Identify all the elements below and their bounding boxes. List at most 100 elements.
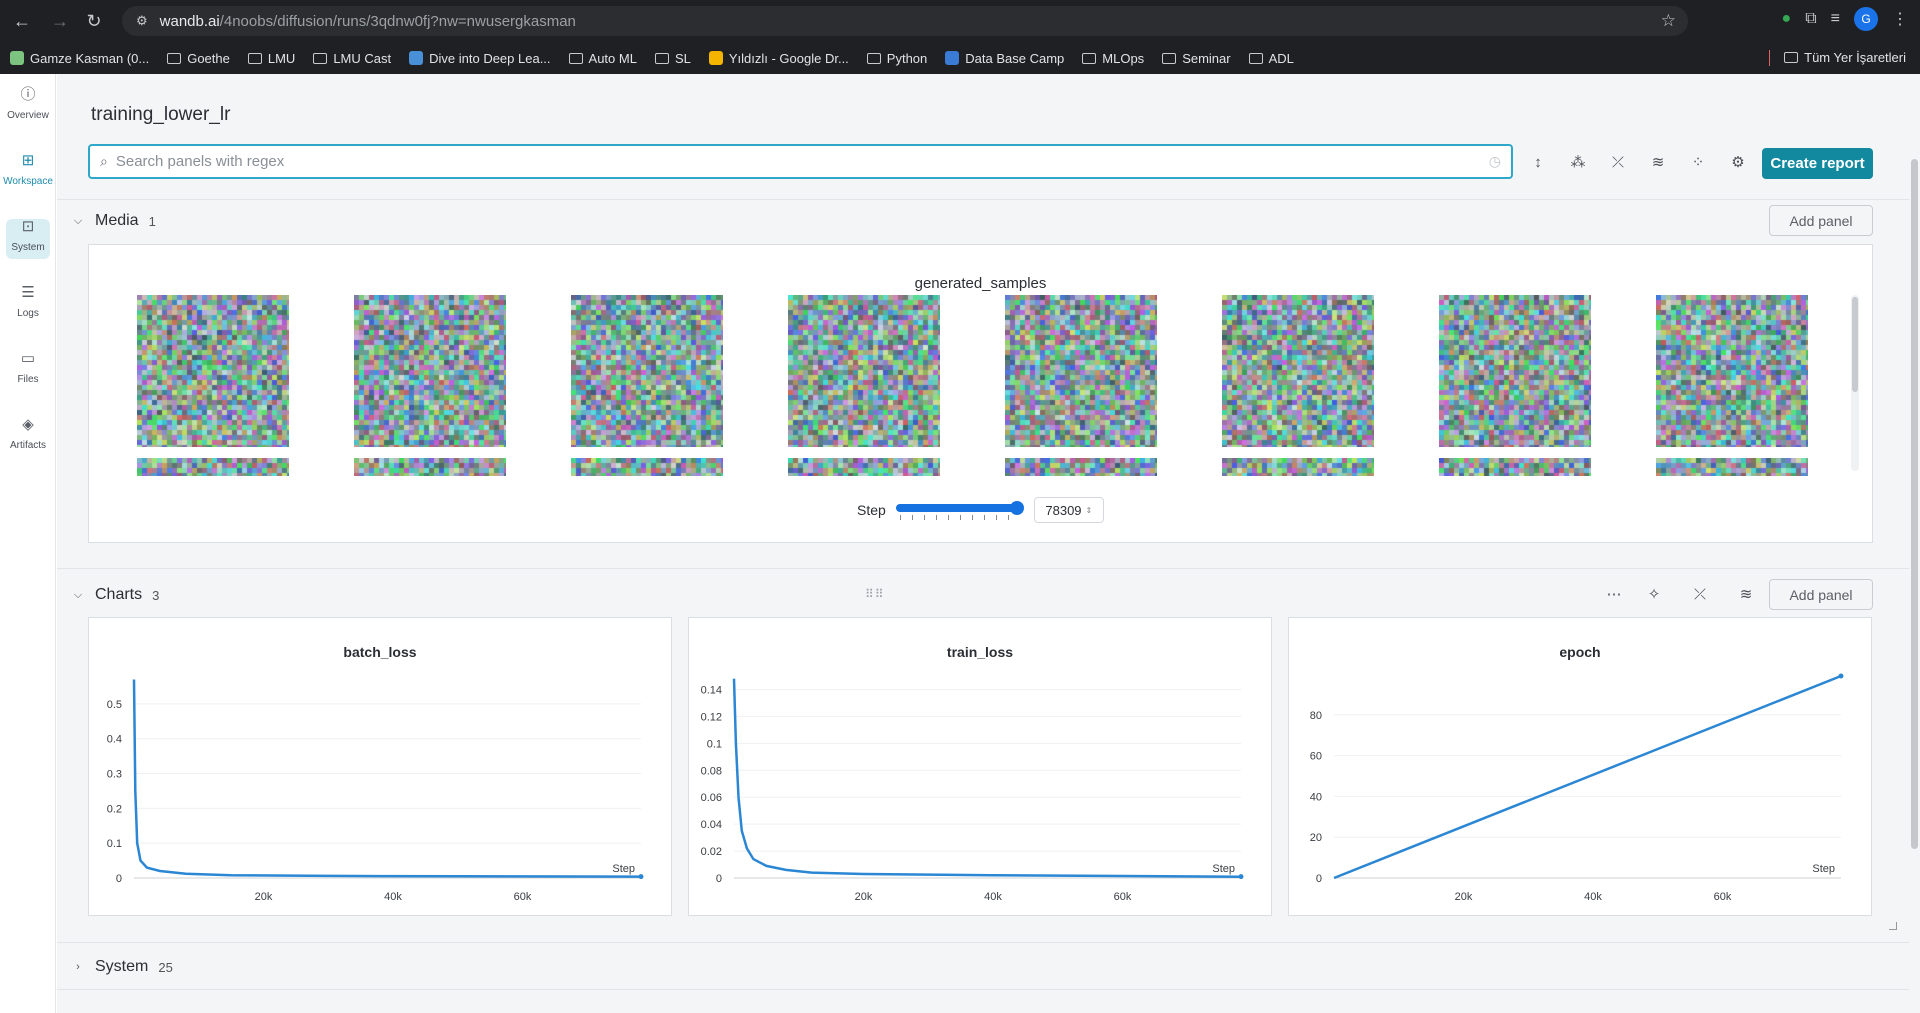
media-control-icon[interactable]: ≡ (1831, 10, 1840, 28)
bookmark-item[interactable]: Data Base Camp (945, 51, 1064, 66)
bookmark-item[interactable]: LMU Cast (313, 51, 391, 66)
page-scroll-thumb[interactable] (1911, 159, 1918, 849)
rail-item-overview[interactable]: ⓘ Overview (0, 86, 56, 121)
section-count: 1 (148, 213, 156, 229)
generated-sample[interactable] (571, 295, 723, 476)
rail-item-files[interactable]: ▭ Files (0, 350, 56, 385)
chrome-menu-icon[interactable]: ⋮ (1892, 9, 1908, 29)
generated-sample[interactable] (1439, 295, 1591, 476)
step-value-input[interactable]: 78309 ⇕ (1033, 497, 1104, 523)
stepper-arrows-icon[interactable]: ⇕ (1086, 506, 1093, 515)
bookmark-star-icon[interactable]: ☆ (1661, 11, 1676, 31)
generated-sample[interactable] (137, 295, 289, 476)
folder-icon (654, 52, 669, 64)
chart-panel-batch-loss[interactable]: batch_loss 0 0.1 0.2 0.3 0.4 0.5 20k 40k 60k Step (88, 617, 672, 916)
chart-panel-train-loss[interactable]: train_loss 0 0.02 0.04 0.06 0.08 0.1 0.12 0.14 2… (688, 617, 1272, 916)
x-axis-icon[interactable]: ⤫ (1689, 584, 1711, 606)
history-icon[interactable]: ◷ (1489, 153, 1501, 170)
back-icon[interactable]: ← (8, 7, 36, 35)
layers-icon: ◈ (22, 416, 34, 433)
collapse-icon[interactable]: ⁂ (1567, 152, 1589, 174)
create-report-button[interactable]: Create report (1762, 148, 1873, 179)
folder-icon (247, 52, 262, 64)
step-value: 78309 (1045, 502, 1082, 518)
settings-gear-icon[interactable]: ⚙ (1727, 152, 1749, 174)
scroll-thumb[interactable] (1852, 297, 1858, 392)
extension-shield-icon[interactable]: ● (1782, 10, 1792, 28)
section-name: System (95, 958, 149, 975)
smoothing-icon[interactable]: ≋ (1647, 152, 1669, 174)
bookmark-item[interactable]: Auto ML (568, 51, 637, 66)
x-axis-label: Step (1812, 863, 1835, 875)
bookmark-item[interactable]: MLOps (1082, 51, 1144, 66)
site-favicon-icon (10, 51, 24, 65)
bookmark-item[interactable]: Dive into Deep Lea... (409, 50, 551, 66)
bookmark-item[interactable]: SL (654, 51, 691, 66)
rail-item-workspace[interactable]: ⊞ Workspace (0, 152, 56, 187)
page-scrollbar[interactable] (1909, 74, 1920, 1013)
reload-icon[interactable]: ↻ (80, 7, 108, 35)
section-count: 25 (158, 959, 173, 975)
outliers-icon[interactable]: ⁘ (1687, 152, 1709, 174)
forward-icon[interactable]: → (46, 7, 74, 35)
y-tick-label: 0 (1316, 873, 1322, 885)
series-end-point (638, 874, 644, 880)
media-section-header[interactable]: ⌵ Media 1 (71, 212, 156, 230)
x-axis-icon[interactable]: ⤫ (1607, 152, 1629, 174)
generated-sample[interactable] (1222, 295, 1374, 476)
chevron-down-icon[interactable]: ⌵ (71, 215, 85, 228)
sample-image (571, 295, 723, 447)
chevron-right-icon[interactable]: › (71, 961, 85, 973)
site-settings-icon[interactable]: ⚙ (136, 13, 148, 29)
generated-sample[interactable] (1005, 295, 1157, 476)
more-options-icon[interactable]: ⋯ (1603, 584, 1625, 606)
bookmark-item[interactable]: LMU (247, 51, 295, 66)
bookmark-item[interactable]: Yıldızlı - Google Dr... (708, 51, 849, 66)
bookmark-item[interactable]: ADL (1248, 51, 1294, 66)
bookmark-item[interactable]: Python (866, 50, 928, 66)
bookmark-item[interactable]: Gamze Kasman (0... (10, 51, 149, 66)
y-tick-label: 0.12 (701, 711, 722, 723)
rail-item-logs[interactable]: ☰ Logs (0, 284, 56, 319)
panel-search-box[interactable]: ⌕ ◷ (88, 144, 1513, 179)
step-label: Step (857, 502, 886, 518)
chart-panel-epoch[interactable]: epoch 0 20 40 60 80 20k 40k 60k Step (1288, 617, 1872, 916)
bookmark-label: Goethe (187, 50, 230, 66)
generated-sample[interactable] (788, 295, 940, 476)
pin-icon[interactable]: ✧ (1643, 584, 1665, 606)
smoothing-icon[interactable]: ≋ (1735, 584, 1757, 606)
media-add-panel-button[interactable]: Add panel (1769, 205, 1873, 236)
all-bookmarks-button[interactable]: Tüm Yer İşaretleri (1784, 50, 1906, 65)
series-end-point (1238, 874, 1244, 880)
x-axis-label: Step (612, 863, 635, 875)
expand-vertical-icon[interactable]: ↕ (1527, 152, 1549, 174)
charts-section-header[interactable]: ⌵ Charts 3 (71, 586, 160, 604)
y-tick-label: 0.4 (107, 734, 122, 746)
profile-avatar[interactable]: G (1854, 7, 1878, 31)
system-section-header[interactable]: › System 25 (71, 958, 173, 976)
site-favicon-icon (708, 51, 723, 65)
address-bar[interactable]: ⚙ wandb.ai/4noobs/diffusion/runs/3qdnw0f… (122, 6, 1688, 36)
generated-sample[interactable] (354, 295, 506, 476)
site-favicon-icon (945, 51, 960, 65)
resize-handle-icon[interactable] (1889, 922, 1897, 930)
x-tick-label: 60k (1714, 891, 1732, 903)
bookmark-label: Python (886, 50, 928, 66)
extensions-puzzle-icon[interactable]: ⧉ (1805, 10, 1816, 28)
bookmark-item[interactable]: Seminar (1162, 51, 1231, 66)
charts-add-panel-button[interactable]: Add panel (1769, 579, 1873, 610)
section-divider (57, 199, 1909, 200)
slider-knob[interactable] (1009, 501, 1024, 515)
y-tick-label: 0 (116, 873, 122, 885)
step-slider[interactable] (895, 497, 1024, 523)
bookmark-label: Gamze Kasman (0... (30, 50, 150, 66)
generated-sample[interactable] (1656, 295, 1808, 476)
chevron-down-icon[interactable]: ⌵ (71, 589, 85, 602)
search-input[interactable] (115, 153, 1511, 170)
drag-handle-icon[interactable]: ⠿⠿ (865, 587, 885, 601)
rail-item-system[interactable]: ⊡ System (0, 218, 56, 253)
bookmark-item[interactable]: Goethe (167, 51, 230, 66)
rail-item-artifacts[interactable]: ◈ Artifacts (0, 416, 56, 451)
bookmark-label: Dive into Deep Lea... (429, 50, 551, 66)
media-scrollbar[interactable] (1851, 295, 1859, 471)
